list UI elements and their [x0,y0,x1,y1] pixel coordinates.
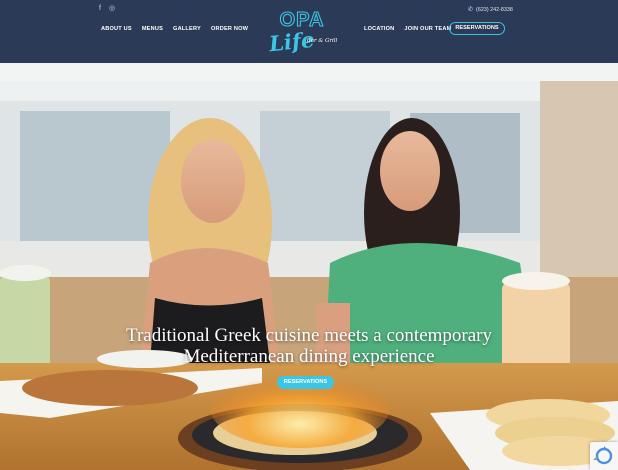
nav-location[interactable]: LOCATION [364,25,394,33]
phone-number: (623) 242-8338 [476,6,513,13]
instagram-icon[interactable]: ◎ [109,5,115,13]
phone-icon: ✆ [468,7,474,13]
opa-life-logo[interactable]: OPA Life Bar & Grill [262,5,342,57]
reservations-button-hero[interactable]: RESERVATIONS [277,376,334,389]
nav-gallery[interactable]: GALLERY [173,25,201,33]
nav-menus[interactable]: MENUS [142,25,163,33]
nav-order-now[interactable]: ORDER NOW [211,25,248,33]
hero-section: Traditional Greek cuisine meets a contem… [0,63,618,470]
nav-join-our-team[interactable]: JOIN OUR TEAM [404,25,451,33]
phone-contact[interactable]: ✆ (623) 242-8338 [468,6,513,14]
social-links: f ◎ [99,5,115,13]
nav-about-us[interactable]: ABOUT US [101,25,132,33]
hero-photo [0,63,618,470]
logo-bar-grill-text: Bar & Grill [306,38,338,44]
site-header: f ◎ ABOUT US MENUS GALLERY ORDER NOW OPA… [0,0,618,63]
hero-headline-line2: Mediterranean dining experience [183,346,435,367]
hero-headline: Traditional Greek cuisine meets a contem… [0,325,618,367]
nav-left: ABOUT US MENUS GALLERY ORDER NOW [101,25,248,33]
recaptcha-icon [593,446,613,465]
nav-right: LOCATION JOIN OUR TEAM [364,25,451,33]
reservations-button-header[interactable]: RESERVATIONS [449,22,505,35]
recaptcha-badge[interactable] [590,442,618,470]
facebook-icon[interactable]: f [99,5,101,13]
hero-headline-line1: Traditional Greek cuisine meets a contem… [126,325,492,346]
